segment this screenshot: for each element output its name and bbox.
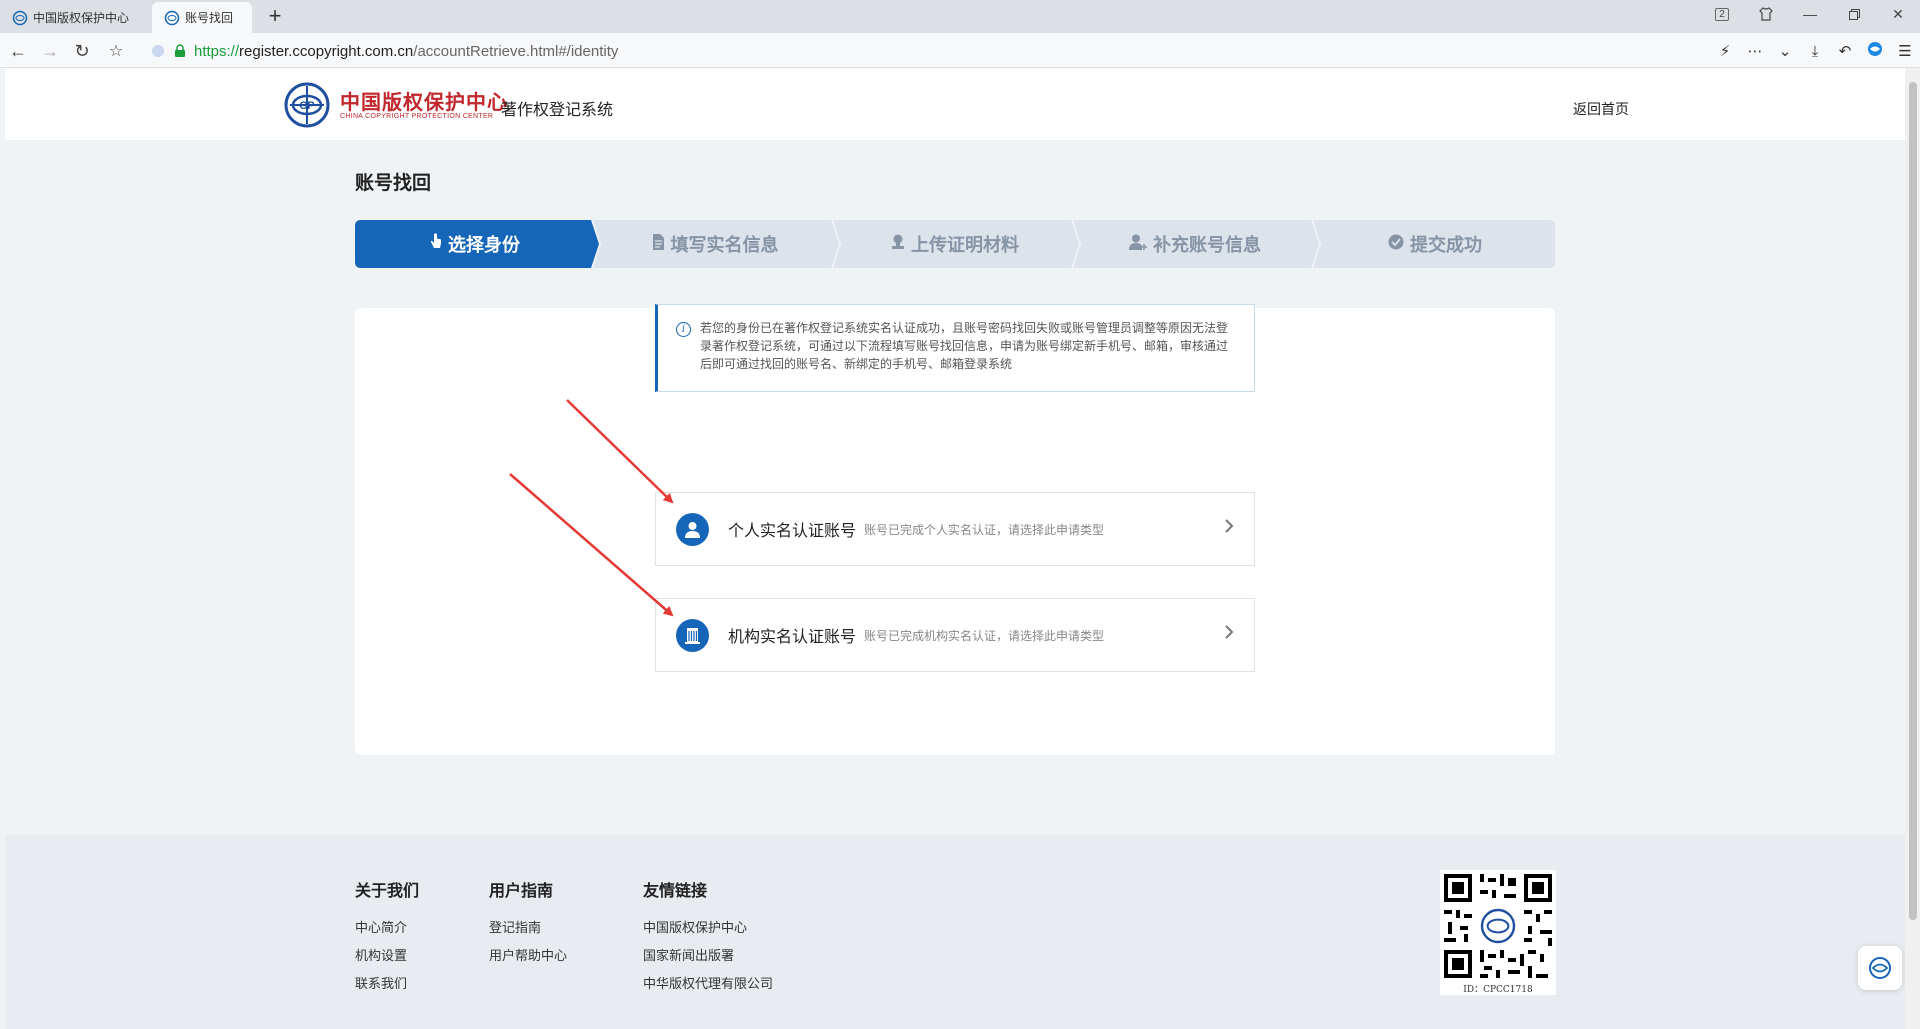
browser-toolbar: ← → ↻ ☆ https://register.ccopyright.com.… (0, 33, 1920, 68)
page-scrollbar[interactable] (1905, 68, 1920, 1029)
footer-link[interactable]: 用户帮助中心 (489, 945, 567, 964)
url-scheme: https:// (194, 42, 240, 60)
menu-icon[interactable]: ☰ (1890, 42, 1920, 60)
footer-link[interactable]: 联系我们 (355, 973, 419, 992)
tab-count-badge: 2 (1715, 7, 1729, 21)
site-favicon-icon (164, 10, 180, 25)
lightning-icon[interactable]: ⚡︎ (1710, 42, 1740, 60)
step-fill-realname: 填写实名信息 (595, 220, 835, 268)
tab-count-button[interactable]: 2 (1700, 0, 1744, 28)
site-favicon-icon (12, 10, 28, 25)
step-label: 选择身份 (448, 235, 520, 255)
step-supplement-account: 补充账号信息 (1075, 220, 1315, 268)
browser-logo-icon[interactable] (1860, 41, 1890, 61)
option-title: 个人实名认证账号 (728, 523, 857, 540)
chevron-down-icon[interactable]: ⌄ (1770, 42, 1800, 60)
url-path: /accountRetrieve.html#/identity (413, 42, 619, 60)
restore-button[interactable] (1832, 0, 1876, 28)
footer-heading: 友情链接 (643, 883, 708, 900)
user-plus-icon (1129, 234, 1147, 255)
step-label: 上传证明材料 (911, 235, 1019, 255)
footer-link[interactable]: 中华版权代理有限公司 (643, 973, 773, 992)
building-icon (676, 618, 709, 652)
minimize-button[interactable]: — (1788, 0, 1832, 28)
site-footer: 关于我们 中心简介 机构设置 联系我们 用户指南 登记指南 用户帮助中心 友情链… (5, 835, 1905, 1029)
footer-link[interactable]: 中国版权保护中心 (643, 917, 773, 936)
page-title: 账号找回 (355, 173, 432, 194)
qr-code: ID：CPCC1718 (1440, 870, 1556, 995)
step-label: 补充账号信息 (1153, 235, 1261, 255)
reload-icon[interactable]: ↻ (70, 39, 94, 63)
close-window-button[interactable]: ✕ (1876, 0, 1920, 28)
qr-id-text: ID：CPCC1718 (1463, 985, 1533, 995)
check-circle-icon (1388, 234, 1404, 255)
address-bar[interactable]: https://register.ccopyright.com.cn/accou… (140, 38, 1690, 64)
bookmark-star-icon[interactable]: ☆ (104, 39, 128, 63)
logo-english-text: CHINA COPYRIGHT PROTECTION CENTER (340, 112, 494, 120)
step-upload-proof: 上传证明材料 (835, 220, 1075, 268)
download-icon[interactable]: ⤓ (1800, 43, 1830, 60)
hand-pointer-icon (430, 232, 442, 256)
step-label: 提交成功 (1410, 235, 1482, 255)
tab-title: 账号找回 (185, 11, 234, 25)
floating-assistant-button[interactable] (1858, 946, 1902, 990)
qr-code-icon (1444, 874, 1552, 978)
footer-heading: 用户指南 (489, 883, 554, 900)
option-description: 账号已完成个人实名认证，请选择此申请类型 (864, 522, 1105, 537)
user-icon (676, 512, 709, 546)
option-description: 账号已完成机构实名认证，请选择此申请类型 (864, 628, 1105, 643)
footer-link[interactable]: 登记指南 (489, 917, 567, 936)
site-identity-icon[interactable] (152, 45, 164, 57)
lock-icon (175, 44, 185, 57)
stamp-icon (891, 234, 905, 255)
footer-col-links: 友情链接 中国版权保护中心 国家新闻出版署 中华版权代理有限公司 (643, 877, 773, 1001)
footer-heading: 关于我们 (355, 883, 420, 900)
footer-link[interactable]: 中心简介 (355, 917, 419, 936)
tab-title: 中国版权保护中心 (33, 11, 130, 25)
url-host: register.ccopyright.com.cn (239, 42, 414, 60)
option-personal-account[interactable]: 个人实名认证账号 账号已完成个人实名认证，请选择此申请类型 (655, 492, 1255, 566)
more-icon[interactable]: ⋯ (1740, 42, 1770, 60)
svg-text:CP: CP (299, 100, 314, 112)
tab-copyright-center[interactable]: 中国版权保护中心 (0, 2, 152, 33)
forward-arrow-icon[interactable]: → (38, 39, 62, 63)
system-title: 著作权登记系统 (501, 102, 614, 119)
undo-icon[interactable]: ↶ (1830, 42, 1860, 60)
chevron-right-icon (1224, 623, 1234, 646)
info-notice: i 若您的身份已在著作权登记系统实名认证成功，且账号密码找回失败或账号管理员调整… (655, 304, 1255, 392)
new-tab-button[interactable]: + (262, 4, 288, 30)
back-arrow-icon[interactable]: ← (6, 39, 30, 63)
scrollbar-thumb[interactable] (1909, 82, 1917, 920)
site-header: CP 中国版权保护中心 CHINA COPYRIGHT PROTECTION C… (5, 68, 1905, 140)
step-select-identity: 选择身份 (355, 220, 595, 268)
option-organization-account[interactable]: 机构实名认证账号 账号已完成机构实名认证，请选择此申请类型 (655, 598, 1255, 672)
tab-account-retrieve[interactable]: 账号找回 (152, 2, 252, 33)
notice-text: 若您的身份已在著作权登记系统实名认证成功，且账号密码找回失败或账号管理员调整等原… (700, 321, 1229, 371)
footer-link[interactable]: 国家新闻出版署 (643, 945, 773, 964)
footer-link[interactable]: 机构设置 (355, 945, 419, 964)
shirt-icon[interactable] (1744, 0, 1788, 28)
assistant-logo-icon (1869, 957, 1891, 979)
document-icon (652, 233, 665, 255)
browser-tab-bar: 中国版权保护中心 账号找回 + 2 — ✕ (0, 0, 1920, 33)
option-title: 机构实名认证账号 (728, 629, 857, 646)
copyright-center-logo-icon: CP (284, 82, 330, 128)
step-submit-success: 提交成功 (1315, 220, 1555, 268)
footer-col-about: 关于我们 中心简介 机构设置 联系我们 (355, 877, 419, 1001)
info-icon: i (676, 322, 691, 337)
logo-chinese-text: 中国版权保护中心 (340, 89, 508, 114)
progress-steps: 选择身份 填写实名信息 上传证明材料 补充账号信息 提交成功 (355, 220, 1555, 268)
footer-col-guide: 用户指南 登记指南 用户帮助中心 (489, 877, 567, 973)
chevron-right-icon (1224, 517, 1234, 540)
step-label: 填写实名信息 (670, 235, 779, 255)
site-logo[interactable]: CP 中国版权保护中心 CHINA COPYRIGHT PROTECTION C… (280, 82, 508, 128)
back-home-link[interactable]: 返回首页 (1573, 99, 1629, 119)
